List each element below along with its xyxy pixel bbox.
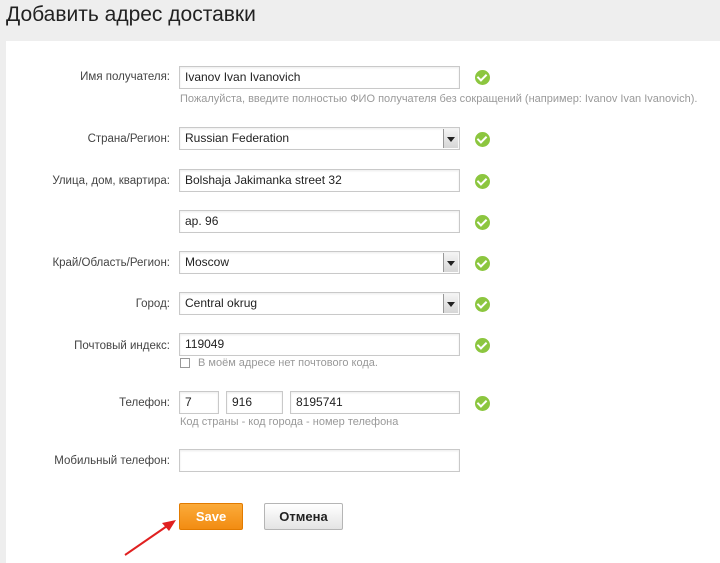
phone-hint: Код страны - код города - номер телефона bbox=[180, 416, 399, 428]
postal-label: Почтовый индекс: bbox=[74, 340, 170, 352]
recipient-label: Имя получателя: bbox=[80, 71, 170, 83]
country-select[interactable]: Russian Federation bbox=[179, 127, 460, 150]
phone-label: Телефон: bbox=[119, 397, 170, 409]
street-valid-icon bbox=[475, 174, 490, 189]
apartment-input[interactable]: ap. 96 bbox=[179, 210, 460, 233]
city-valid-icon bbox=[475, 297, 490, 312]
recipient-hint: Пожалуйста, введите полностью ФИО получа… bbox=[180, 93, 698, 105]
chevron-down-icon[interactable] bbox=[443, 253, 458, 272]
no-postal-code-label[interactable]: В моём адресе нет почтового кода. bbox=[198, 357, 378, 369]
region-select[interactable]: Moscow bbox=[179, 251, 460, 274]
postal-input[interactable]: 119049 bbox=[179, 333, 460, 356]
street-input[interactable]: Bolshaja Jakimanka street 32 bbox=[179, 169, 460, 192]
region-select-value: Moscow bbox=[185, 255, 230, 269]
country-valid-icon bbox=[475, 132, 490, 147]
page-title: Добавить адрес доставки bbox=[6, 3, 256, 26]
city-select[interactable]: Central okrug bbox=[179, 292, 460, 315]
region-label: Край/Область/Регион: bbox=[52, 257, 170, 269]
country-label: Страна/Регион: bbox=[87, 133, 170, 145]
phone-country-code-input[interactable]: 7 bbox=[179, 391, 219, 414]
chevron-down-icon[interactable] bbox=[443, 294, 458, 313]
recipient-input[interactable]: Ivanov Ivan Ivanovich bbox=[179, 66, 460, 89]
mobile-input[interactable] bbox=[179, 449, 460, 472]
street-label: Улица, дом, квартира: bbox=[52, 175, 170, 187]
save-button[interactable]: Save bbox=[179, 503, 243, 530]
phone-number-input[interactable]: 8195741 bbox=[290, 391, 460, 414]
apartment-valid-icon bbox=[475, 215, 490, 230]
city-label: Город: bbox=[135, 298, 170, 310]
phone-valid-icon bbox=[475, 396, 490, 411]
country-select-value: Russian Federation bbox=[185, 131, 290, 145]
no-postal-code-checkbox[interactable] bbox=[180, 358, 190, 368]
annotation-arrow-icon bbox=[124, 520, 176, 556]
recipient-valid-icon bbox=[475, 70, 490, 85]
city-select-value: Central okrug bbox=[185, 296, 258, 310]
postal-valid-icon bbox=[475, 338, 490, 353]
mobile-label: Мобильный телефон: bbox=[54, 455, 170, 467]
phone-city-code-input[interactable]: 916 bbox=[226, 391, 283, 414]
cancel-button[interactable]: Отмена bbox=[264, 503, 343, 530]
region-valid-icon bbox=[475, 256, 490, 271]
chevron-down-icon[interactable] bbox=[443, 129, 458, 148]
